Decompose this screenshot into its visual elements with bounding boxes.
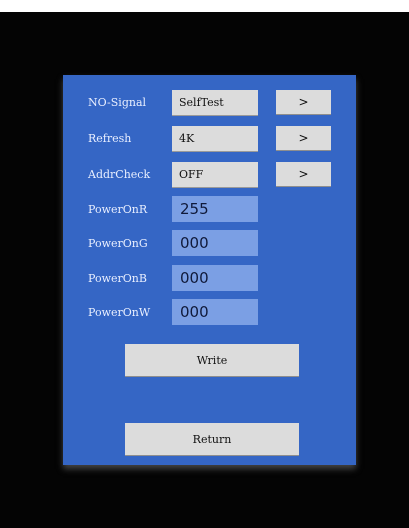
power-on-w-label: PowerOnW	[88, 306, 151, 319]
power-on-b-label: PowerOnB	[88, 272, 147, 285]
addr-check-value: OFF	[172, 162, 258, 188]
refresh-value: 4K	[172, 126, 258, 152]
power-on-w-input[interactable]: 000	[172, 299, 258, 325]
refresh-label: Refresh	[88, 132, 132, 145]
power-on-b-input[interactable]: 000	[172, 265, 258, 291]
return-button[interactable]: Return	[125, 423, 299, 456]
no-signal-next-button[interactable]: >	[276, 90, 331, 115]
power-on-g-label: PowerOnG	[88, 237, 148, 250]
write-button[interactable]: Write	[125, 344, 299, 377]
no-signal-label: NO-Signal	[88, 96, 147, 109]
settings-panel: NO-Signal SelfTest > Refresh 4K > AddrCh…	[63, 75, 356, 465]
no-signal-value: SelfTest	[172, 90, 258, 116]
top-strip	[0, 0, 409, 12]
addr-check-label: AddrCheck	[88, 168, 151, 181]
power-on-r-label: PowerOnR	[88, 203, 148, 216]
power-on-r-input[interactable]: 255	[172, 196, 258, 222]
refresh-next-button[interactable]: >	[276, 126, 331, 151]
power-on-g-input[interactable]: 000	[172, 230, 258, 256]
addr-check-next-button[interactable]: >	[276, 162, 331, 187]
